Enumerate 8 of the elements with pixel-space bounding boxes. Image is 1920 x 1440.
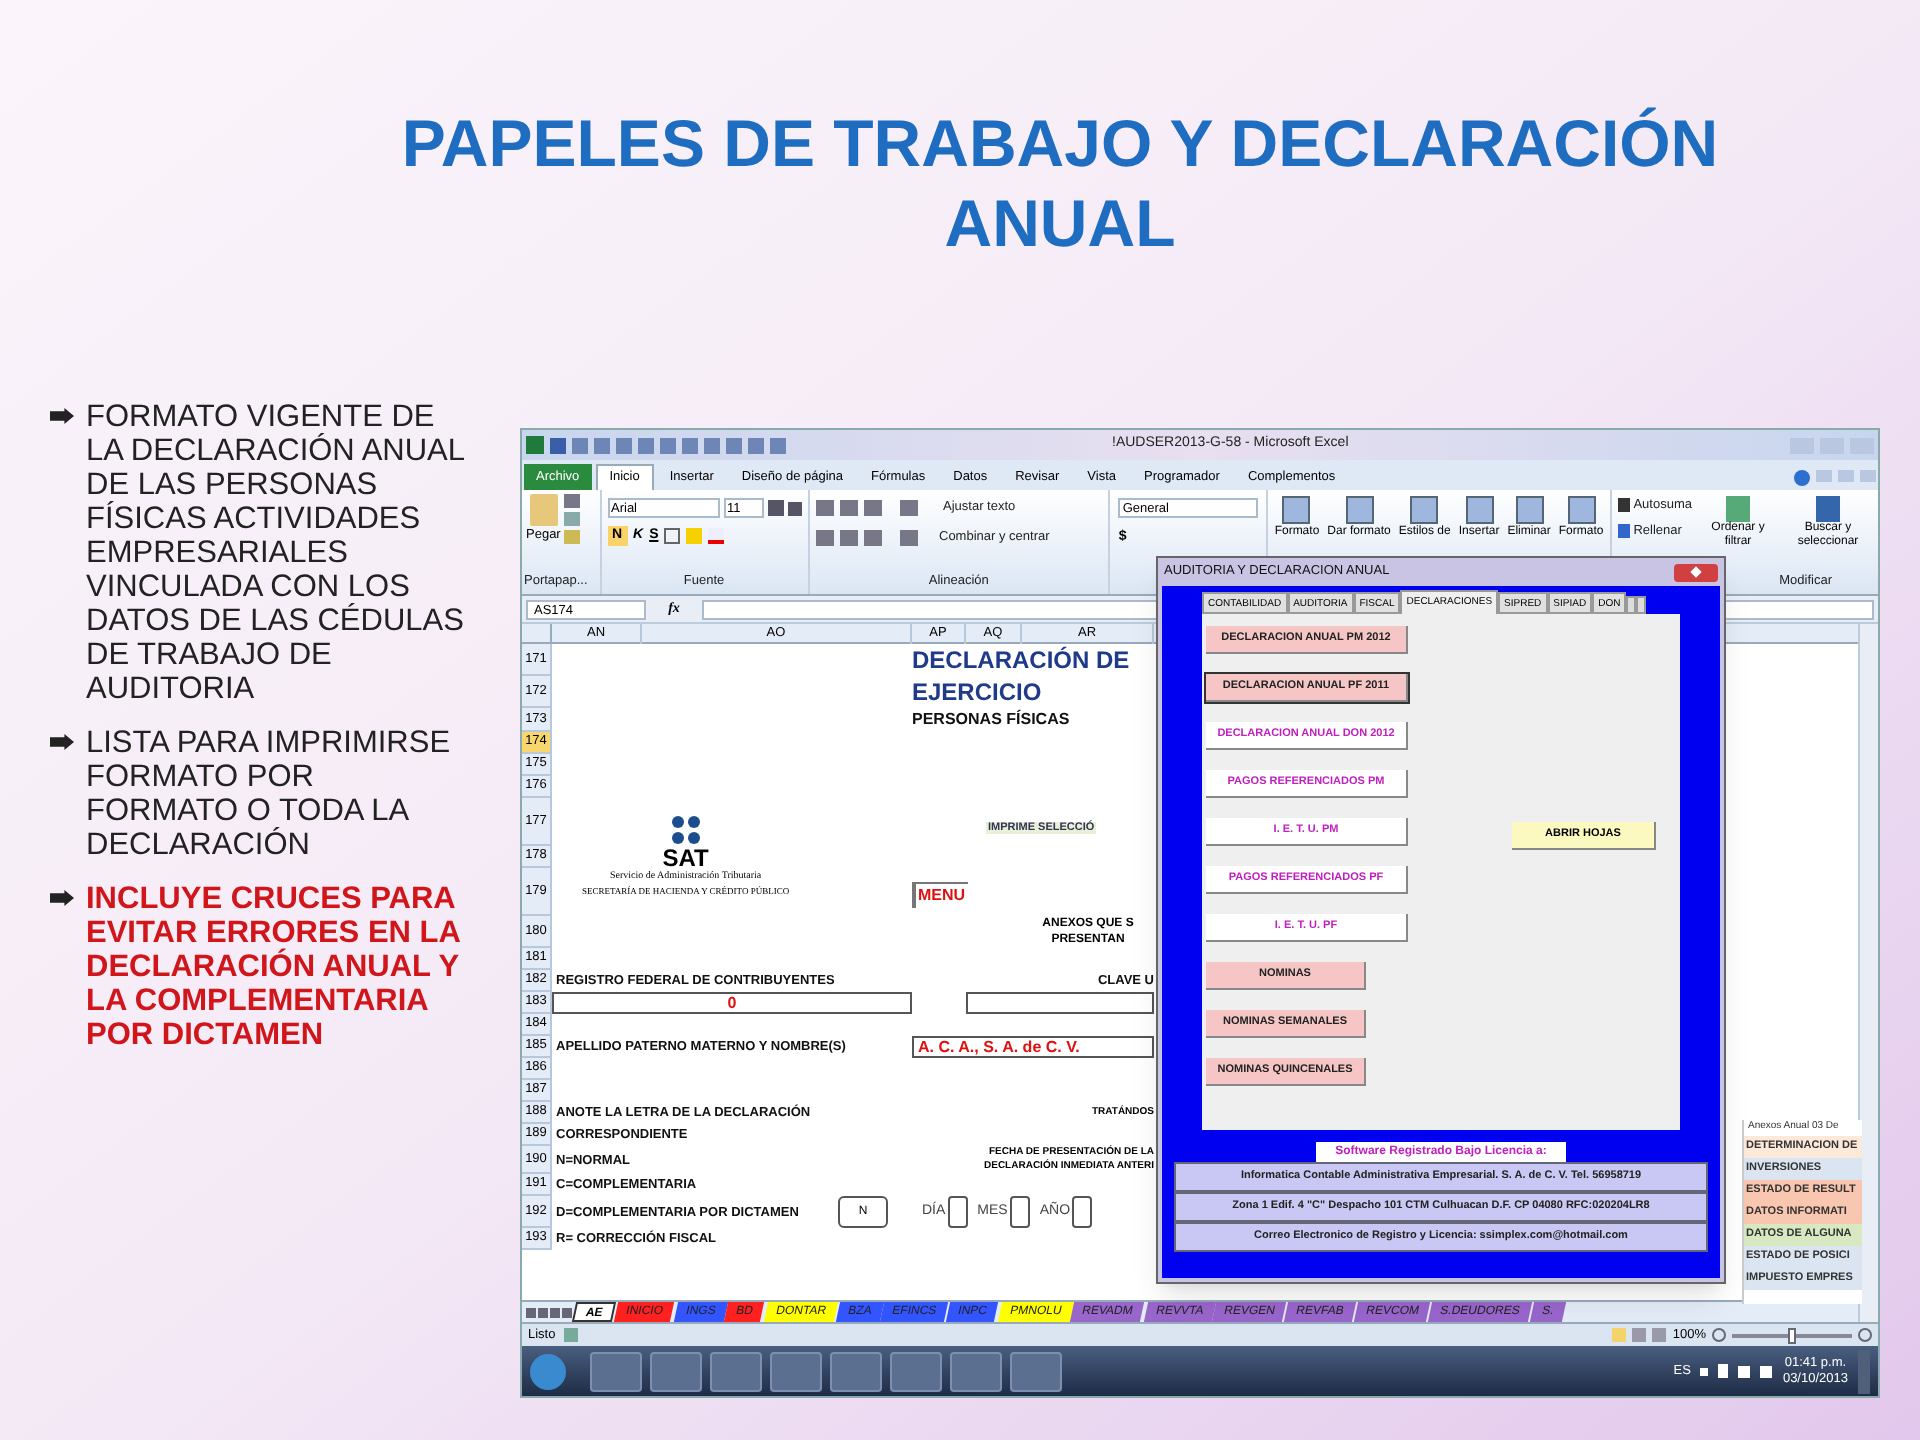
sheet-subheading: PERSONAS FÍSICAS <box>912 708 1070 732</box>
logo-text: SAT <box>662 844 709 872</box>
sheet-heading: EJERCICIO <box>912 676 1042 708</box>
bullet-text: FORMATO VIGENTE DE LA DECLARACIÓN ANUAL DE LAS PERSONAS FÍSICAS ACTIVIDADES EMPRESARIALES VINCULADA CON LOS DATOS DE LAS CÉDULAS DE TRABAJO DE AUDITORIA <box>86 400 466 706</box>
bullet-text: INCLUYE CRUCES PARA EVITAR ERRORES EN LA DECLARACIÓN ANUAL Y LA COMPLEMENTARIA POR DICTAMEN <box>86 882 462 1052</box>
slide-title: PAPELES DE TRABAJO Y DECLARACIÓN ANUAL <box>399 104 1721 264</box>
sheet-heading: DECLARACIÓN DE <box>912 644 1130 676</box>
bullet-text: LISTA PARA IMPRIMIRSE FORMATO POR FORMATO O TODA LA DECLARACIÓN <box>86 726 453 862</box>
